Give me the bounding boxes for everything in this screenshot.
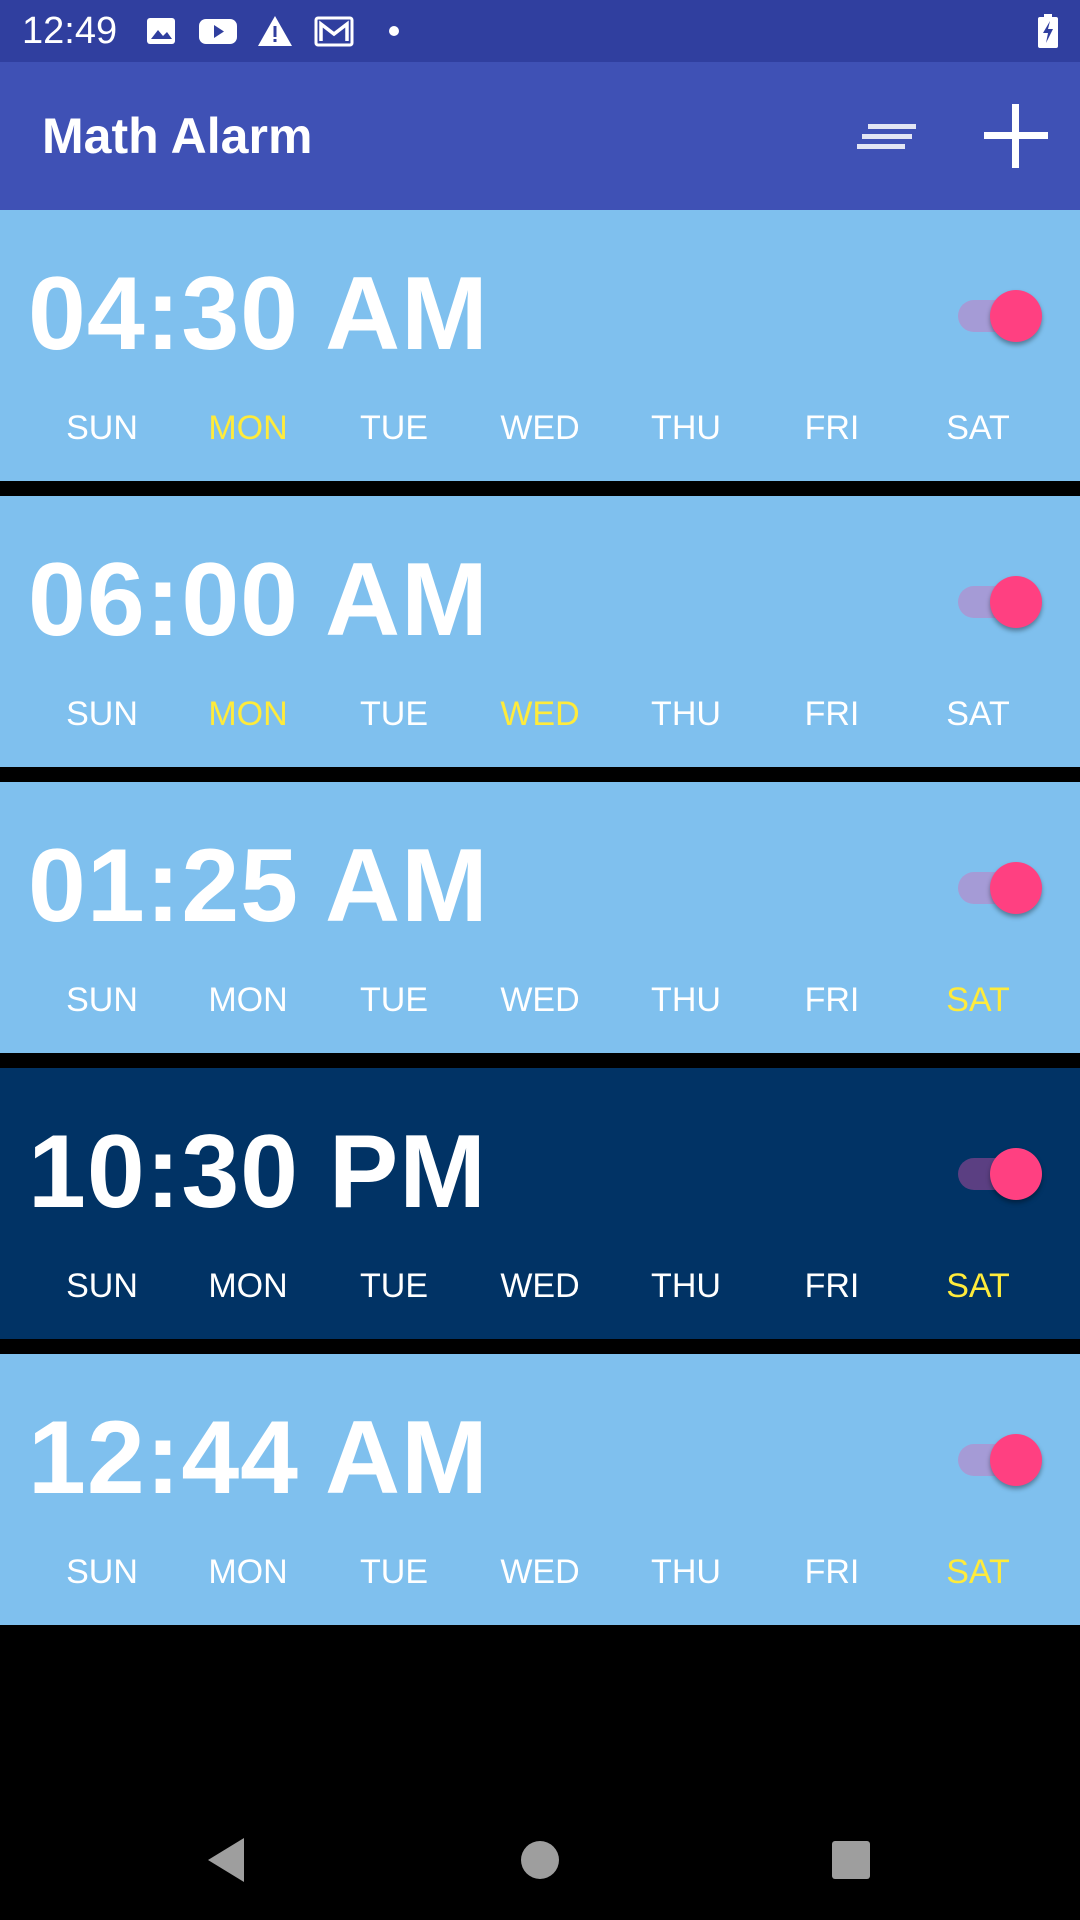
toggle-thumb <box>990 576 1042 628</box>
day-toggle-sat[interactable]: SAT <box>908 1550 1048 1594</box>
dot-icon <box>389 26 399 36</box>
recents-icon <box>832 1841 870 1879</box>
alarm-card[interactable]: 12:44 AM SUN MON TUE WED THU FRI SAT <box>0 1354 1080 1625</box>
day-toggle-tue[interactable]: TUE <box>324 1550 464 1594</box>
day-toggle-mon[interactable]: MON <box>178 1550 318 1594</box>
day-toggle-fri[interactable]: FRI <box>762 1264 902 1308</box>
day-toggle-mon[interactable]: MON <box>178 978 318 1022</box>
alarm-time[interactable]: 01:25 AM <box>28 826 489 946</box>
day-toggle-thu[interactable]: THU <box>616 1264 756 1308</box>
day-toggle-sun[interactable]: SUN <box>32 1264 172 1308</box>
alarm-card[interactable]: 10:30 PM SUN MON TUE WED THU FRI SAT <box>0 1068 1080 1339</box>
day-toggle-tue[interactable]: TUE <box>324 692 464 736</box>
day-toggle-sat[interactable]: SAT <box>908 1264 1048 1308</box>
recents-button[interactable] <box>821 1830 881 1890</box>
toggle-thumb <box>990 1148 1042 1200</box>
alarm-enabled-toggle[interactable] <box>958 282 1046 342</box>
day-toggle-wed[interactable]: WED <box>470 1550 610 1594</box>
alarm-time[interactable]: 04:30 AM <box>28 254 489 374</box>
image-icon <box>147 18 175 44</box>
day-toggle-thu[interactable]: THU <box>616 1550 756 1594</box>
day-toggle-fri[interactable]: FRI <box>762 978 902 1022</box>
day-selector: SUN MON TUE WED THU FRI SAT <box>0 692 1080 740</box>
day-selector: SUN MON TUE WED THU FRI SAT <box>0 1550 1080 1598</box>
day-toggle-fri[interactable]: FRI <box>762 406 902 450</box>
day-toggle-wed[interactable]: WED <box>470 1264 610 1308</box>
alarm-enabled-toggle[interactable] <box>958 1140 1046 1200</box>
day-toggle-thu[interactable]: THU <box>616 406 756 450</box>
back-button[interactable] <box>196 1830 256 1890</box>
day-toggle-fri[interactable]: FRI <box>762 692 902 736</box>
day-selector: SUN MON TUE WED THU FRI SAT <box>0 978 1080 1026</box>
alarm-time[interactable]: 12:44 AM <box>28 1398 489 1518</box>
alarm-card[interactable]: 01:25 AM SUN MON TUE WED THU FRI SAT <box>0 782 1080 1053</box>
day-toggle-wed[interactable]: WED <box>470 692 610 736</box>
status-time: 12:49 <box>22 10 118 52</box>
status-bar: 12:49 <box>0 0 1080 62</box>
warning-icon <box>258 16 292 46</box>
alarm-card[interactable]: 04:30 AM SUN MON TUE WED THU FRI SAT <box>0 210 1080 481</box>
day-toggle-sun[interactable]: SUN <box>32 1550 172 1594</box>
day-toggle-fri[interactable]: FRI <box>762 1550 902 1594</box>
add-alarm-button[interactable] <box>978 98 1054 174</box>
toggle-thumb <box>990 1434 1042 1486</box>
day-toggle-sat[interactable]: SAT <box>908 978 1048 1022</box>
day-toggle-sun[interactable]: SUN <box>32 406 172 450</box>
alarm-enabled-toggle[interactable] <box>958 854 1046 914</box>
day-toggle-sun[interactable]: SUN <box>32 692 172 736</box>
day-toggle-thu[interactable]: THU <box>616 692 756 736</box>
day-selector: SUN MON TUE WED THU FRI SAT <box>0 1264 1080 1312</box>
sort-button[interactable] <box>848 104 928 168</box>
home-button[interactable] <box>510 1830 570 1890</box>
app-bar: Math Alarm <box>0 62 1080 210</box>
day-toggle-thu[interactable]: THU <box>616 978 756 1022</box>
home-icon <box>521 1841 559 1879</box>
battery-charging-icon <box>1038 14 1058 48</box>
day-toggle-sat[interactable]: SAT <box>908 692 1048 736</box>
day-toggle-mon[interactable]: MON <box>178 692 318 736</box>
day-toggle-mon[interactable]: MON <box>178 406 318 450</box>
day-toggle-wed[interactable]: WED <box>470 406 610 450</box>
alarm-card[interactable]: 06:00 AM SUN MON TUE WED THU FRI SAT <box>0 496 1080 767</box>
day-toggle-tue[interactable]: TUE <box>324 978 464 1022</box>
alarm-enabled-toggle[interactable] <box>958 1426 1046 1486</box>
sort-icon <box>857 124 916 149</box>
alarm-list: 04:30 AM SUN MON TUE WED THU FRI SAT 06:00 AM SUN… <box>0 210 1080 1640</box>
back-icon <box>208 1838 244 1882</box>
day-selector: SUN MON TUE WED THU FRI SAT <box>0 406 1080 454</box>
day-toggle-tue[interactable]: TUE <box>324 1264 464 1308</box>
navigation-bar <box>0 1800 1080 1920</box>
day-toggle-wed[interactable]: WED <box>470 978 610 1022</box>
gmail-icon <box>314 16 354 47</box>
day-toggle-mon[interactable]: MON <box>178 1264 318 1308</box>
add-icon <box>984 104 1048 168</box>
alarm-time[interactable]: 10:30 PM <box>28 1112 487 1232</box>
toggle-thumb <box>990 290 1042 342</box>
day-toggle-sun[interactable]: SUN <box>32 978 172 1022</box>
day-toggle-sat[interactable]: SAT <box>908 406 1048 450</box>
alarm-enabled-toggle[interactable] <box>958 568 1046 628</box>
alarm-time[interactable]: 06:00 AM <box>28 540 489 660</box>
toggle-thumb <box>990 862 1042 914</box>
youtube-icon <box>199 19 237 44</box>
day-toggle-tue[interactable]: TUE <box>324 406 464 450</box>
app-title: Math Alarm <box>42 108 313 164</box>
